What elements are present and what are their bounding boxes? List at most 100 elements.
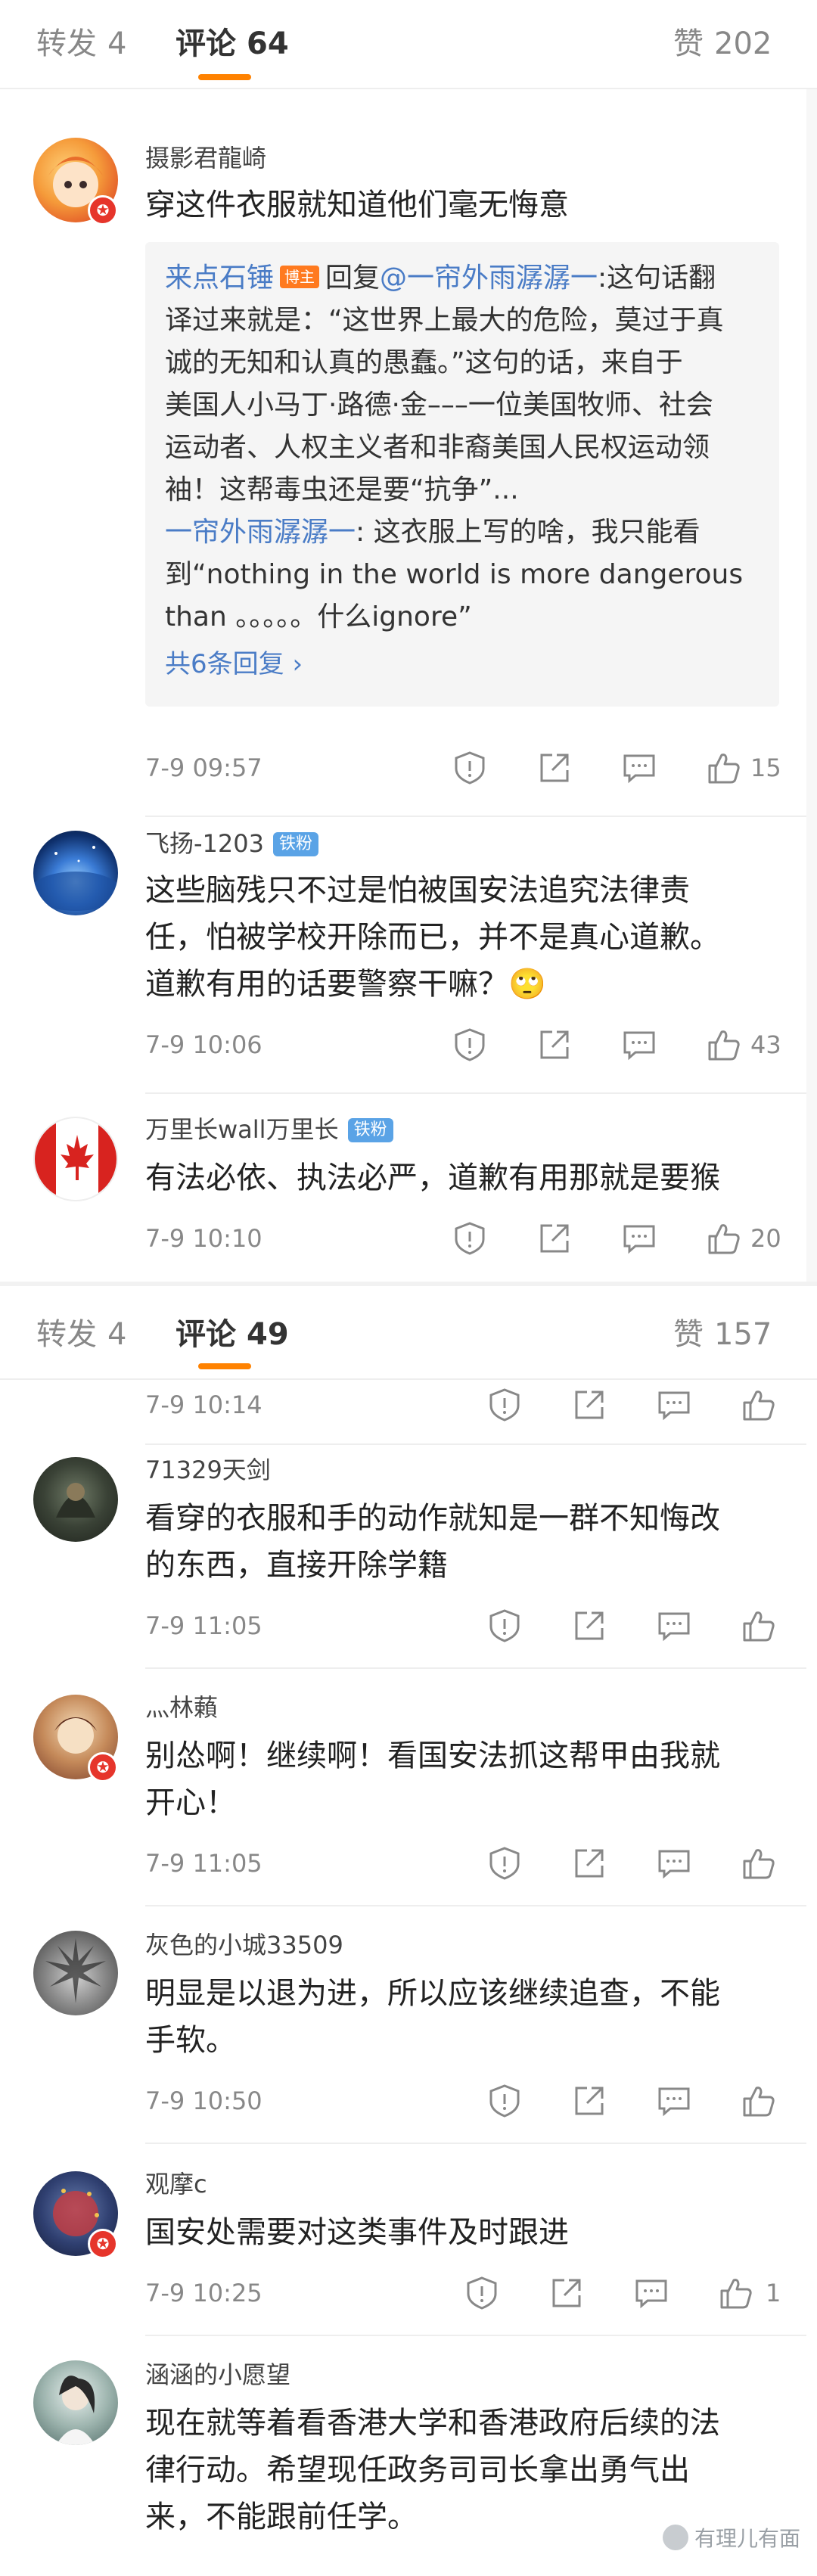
like-count: 20 (750, 1224, 781, 1253)
tab-comments-label: 评论 (176, 1317, 236, 1352)
like-count: 1 (766, 2279, 781, 2307)
share-icon[interactable] (570, 2082, 608, 2120)
report-icon[interactable] (486, 1607, 523, 1645)
more-replies-link[interactable]: 共6条回复 › (165, 643, 760, 685)
username[interactable]: 灰色的小城33509 (145, 1929, 343, 1961)
comment-icon[interactable] (620, 1026, 658, 1064)
comment-text-line: 这些脑残只不过是怕被国安法追究法律责 (145, 873, 690, 908)
divider (145, 816, 806, 817)
reply-author[interactable]: 一帘外雨潺潺一 (165, 517, 356, 548)
comment-icon[interactable] (655, 1607, 693, 1645)
username[interactable]: 万里长wall万里长 铁粉 (145, 1114, 393, 1145)
share-icon[interactable] (570, 1607, 608, 1645)
tab-comments[interactable]: 评论 64 (176, 23, 289, 65)
tab-repost-count: 4 (107, 26, 127, 61)
comment-text: 明显是以退为进，所以应该继续追查，不能 手软。 (145, 1970, 788, 2064)
report-icon[interactable] (451, 1026, 489, 1064)
comments-panel-1: 转发 4 评论 64 赞 202 ✪ 摄影君龍崎 穿这件衣服就知道他们毫无悔意 来点石… (0, 0, 817, 1286)
divider (145, 2335, 806, 2336)
comment-icon[interactable] (632, 2274, 670, 2312)
avatar[interactable] (33, 1117, 118, 1201)
report-icon[interactable] (486, 1844, 523, 1882)
like-icon[interactable] (740, 1607, 778, 1645)
watermark: 有理儿有面 (662, 2524, 800, 2554)
username[interactable]: 灬林藾 (145, 1692, 218, 1723)
username[interactable]: 飞扬-1203 铁粉 (145, 828, 319, 859)
report-icon[interactable] (486, 1386, 523, 1424)
username[interactable]: 71329天剑 (145, 1454, 271, 1486)
comment-text: 有法必依、执法必严，道歉有用那就是要猴 (145, 1161, 720, 1195)
comment-meta: 7-9 11:05 (145, 1844, 788, 1882)
like-icon[interactable] (705, 1026, 743, 1064)
like-icon[interactable] (740, 1844, 778, 1882)
report-icon[interactable] (463, 2274, 501, 2312)
tab-repost-label: 转发 (36, 26, 97, 61)
comment-text-line: 明显是以退为进，所以应该继续追查，不能 (145, 1976, 720, 2011)
reply-text-line: 美国人小马丁·路德·金–––一位美国牧师、社会 (165, 390, 713, 421)
comment-icon[interactable] (655, 1386, 693, 1424)
watermark-text: 有理儿有面 (694, 2526, 800, 2551)
reply-text-line: than 。。。。。什么ignore” (165, 601, 472, 632)
avatar[interactable] (33, 2360, 118, 2445)
host-badge: 博主 (280, 266, 320, 288)
reply-text-line: 诚的无知和认真的愚蠢。”这句的话，来自于 (165, 347, 683, 378)
avatar[interactable] (33, 831, 118, 915)
wechat-logo-icon (662, 2525, 688, 2550)
report-icon[interactable] (451, 749, 489, 787)
tab-comments-count: 64 (247, 26, 289, 61)
tab-repost-label: 转发 (36, 1317, 97, 1352)
like-icon[interactable] (705, 1220, 743, 1257)
comment-icon[interactable] (620, 749, 658, 787)
share-icon[interactable] (570, 1386, 608, 1424)
comment-text-line: 道歉有用的话要警察干嘛？🙄 (145, 967, 546, 1002)
tab-repost[interactable]: 转发 4 (36, 23, 126, 65)
avatar[interactable] (33, 1457, 118, 1542)
report-icon[interactable] (451, 1220, 489, 1257)
tab-likes[interactable]: 赞 202 (673, 23, 772, 65)
share-icon[interactable] (570, 1844, 608, 1882)
tab-repost[interactable]: 转发 4 (36, 1313, 126, 1356)
report-icon[interactable] (486, 2082, 523, 2120)
comment-text-line: 律行动。希望现任政务司司长拿出勇气出 (145, 2453, 690, 2487)
comment-text: 别怂啊！继续啊！看国安法抓这帮甲由我就 开心！ (145, 1732, 788, 1826)
comment-time: 7-9 10:10 (145, 1224, 262, 1253)
username[interactable]: 摄影君龍崎 (145, 142, 266, 174)
comment-text-line: 开心！ (145, 1785, 236, 1820)
tab-comments-label: 评论 (176, 26, 236, 61)
reply-author[interactable]: 来点石锤 (165, 263, 274, 294)
share-icon[interactable] (548, 2274, 586, 2312)
comment-text-line: 现在就等着看香港大学和香港政府后续的法 (145, 2406, 720, 2441)
username-text[interactable]: 飞扬-1203 (145, 829, 264, 858)
username[interactable]: 观摩c (145, 2168, 207, 2200)
share-icon[interactable] (536, 1026, 573, 1064)
comment-text: 国安处需要对这类事件及时跟进 (145, 2215, 569, 2250)
like-icon[interactable] (740, 1386, 778, 1424)
comment-text-line: 看穿的衣服和手的动作就知是一群不知悔改 (145, 1501, 720, 1536)
comment-icon[interactable] (655, 2082, 693, 2120)
comments-panel-2: 转发 4 评论 49 赞 157 7-9 10:14 71329天剑 看穿的衣服和手的… (0, 1286, 817, 2576)
avatar[interactable] (33, 1931, 118, 2015)
comment-time: 7-9 10:06 (145, 1030, 262, 1059)
username[interactable]: 涵涵的小愿望 (145, 2359, 290, 2391)
share-icon[interactable] (536, 1220, 573, 1257)
reply-text-line: 袖！这帮毒虫还是要“抗争”... (165, 474, 519, 505)
username-text[interactable]: 万里长wall万里长 (145, 1115, 339, 1144)
tab-likes[interactable]: 赞 157 (673, 1313, 772, 1356)
tab-likes-count: 157 (714, 1317, 772, 1352)
share-icon[interactable] (536, 749, 573, 787)
like-icon[interactable] (705, 749, 743, 787)
reply-target[interactable]: @一帘外雨潺潺一 (380, 263, 598, 294)
tab-comments[interactable]: 评论 49 (176, 1313, 289, 1356)
reply-line: 来点石锤 博主 回复@一帘外雨潺潺一:这句话翻 (165, 257, 760, 300)
comment-meta: 7-9 09:57 15 (145, 749, 788, 787)
reply-box[interactable]: 来点石锤 博主 回复@一帘外雨潺潺一:这句话翻 译过来就是：“这世界上最大的危险，莫… (145, 242, 779, 707)
like-icon[interactable] (717, 2274, 755, 2312)
comment-icon[interactable] (655, 1844, 693, 1882)
comment-text-line: 的东西，直接开除学籍 (145, 1548, 448, 1583)
comment-time: 7-9 10:50 (145, 2087, 262, 2115)
comment-text: 这些脑残只不过是怕被国安法追究法律责 任，怕被学校开除而已，并不是真心道歉。 道… (145, 867, 788, 1008)
comment-icon[interactable] (620, 1220, 658, 1257)
like-icon[interactable] (740, 2082, 778, 2120)
comment-text-line: 别怂啊！继续啊！看国安法抓这帮甲由我就 (145, 1739, 720, 1773)
reply-text-line: 译过来就是：“这世界上最大的危险，莫过于真 (165, 305, 724, 336)
